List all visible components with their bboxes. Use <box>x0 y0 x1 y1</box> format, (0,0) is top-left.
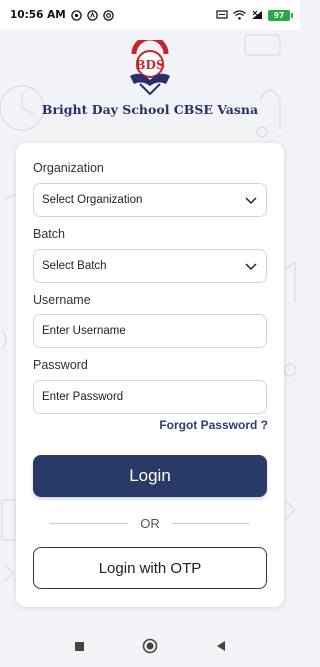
username-label: Username <box>33 293 91 307</box>
organization-label: Organization <box>33 161 104 175</box>
status-right: 97 <box>216 9 293 21</box>
home-circle-icon[interactable] <box>142 638 158 654</box>
status-left: 10:56 AM <box>10 9 114 21</box>
wifi-icon <box>233 10 246 20</box>
school-name: Bright Day School CBSE Vasna <box>41 102 259 117</box>
or-text: OR <box>140 515 160 531</box>
login-button[interactable]: Login <box>33 455 267 497</box>
header: BDS Bright Day School CBSE Vasna <box>0 36 300 126</box>
recents-square-icon[interactable] <box>71 638 87 654</box>
navigation-bar <box>0 625 300 667</box>
back-triangle-icon[interactable] <box>213 638 229 654</box>
divider-line-right <box>171 522 250 524</box>
username-placeholder: Enter Username <box>42 325 126 337</box>
school-logo: BDS <box>130 40 170 96</box>
divider-line-left <box>50 522 129 524</box>
chevron-down-icon <box>245 197 257 205</box>
status-time: 10:56 AM <box>10 9 66 21</box>
status-bar: 10:56 AM 97 <box>0 0 300 30</box>
login-with-otp-button[interactable]: Login with OTP <box>33 547 267 589</box>
username-field[interactable]: Enter Username <box>33 314 267 348</box>
app-icon-2 <box>102 9 114 21</box>
batch-select[interactable]: Select Batch <box>33 249 267 283</box>
battery-icon: 97 <box>268 9 293 21</box>
app-icon <box>86 9 98 21</box>
batch-select-value: Select Batch <box>42 260 107 272</box>
battery-level: 97 <box>273 10 285 20</box>
logo-text: BDS <box>135 58 164 72</box>
chevron-down-icon <box>245 263 257 271</box>
or-divider: OR <box>50 515 250 531</box>
screen-icon <box>216 10 228 20</box>
login-card: Organization Select Organization Batch S… <box>16 143 284 607</box>
whatsapp-icon <box>70 9 82 21</box>
batch-label: Batch <box>33 227 65 241</box>
organization-select[interactable]: Select Organization <box>33 183 267 217</box>
forgot-password-link[interactable]: Forgot Password ? <box>159 418 268 432</box>
password-label: Password <box>33 358 88 372</box>
organization-select-value: Select Organization <box>42 194 143 206</box>
password-placeholder: Enter Password <box>42 391 124 403</box>
signal-icon <box>251 10 263 20</box>
password-field[interactable]: Enter Password <box>33 380 267 414</box>
